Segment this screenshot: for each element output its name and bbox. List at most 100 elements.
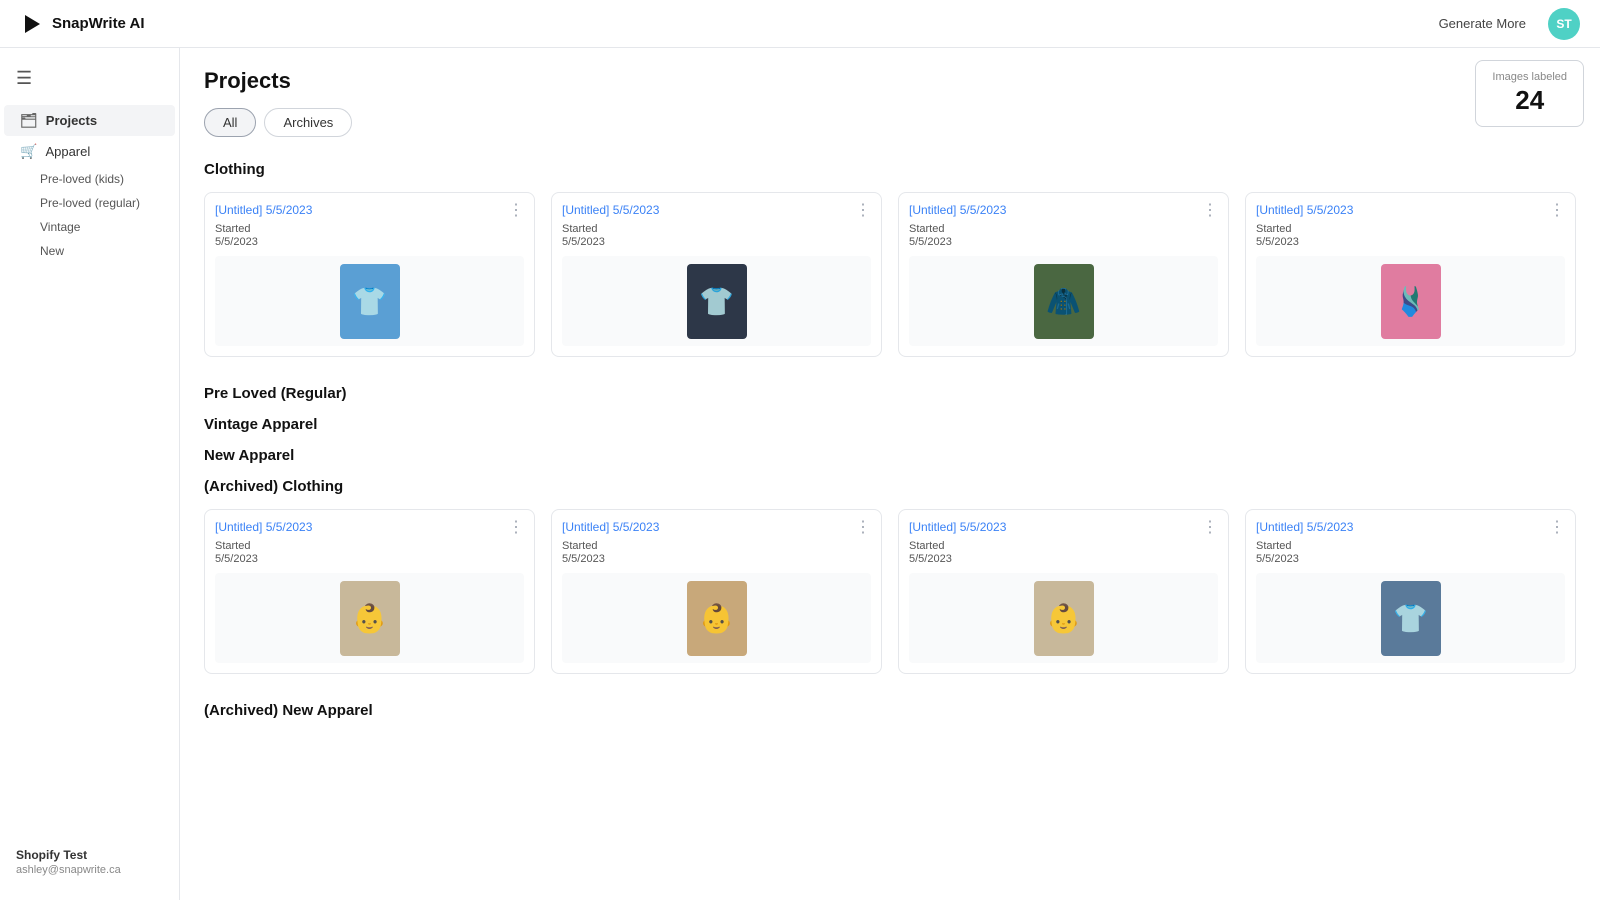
project-card-status: Started: [562, 223, 871, 235]
project-card-status: Started: [562, 540, 871, 552]
apparel-icon: 🛒: [20, 143, 37, 160]
project-card-date: 5/5/2023: [1256, 553, 1565, 565]
project-card[interactable]: [Untitled] 5/5/2023 ⋮ Started 5/5/2023 👶: [204, 509, 535, 674]
sidebar-sub-pre-loved-regular[interactable]: Pre-loved (regular): [4, 191, 175, 215]
tab-all[interactable]: All: [204, 108, 256, 137]
sidebar-sub-vintage[interactable]: Vintage: [4, 215, 175, 239]
project-card-status: Started: [1256, 540, 1565, 552]
sidebar-item-projects-label: Projects: [46, 113, 97, 128]
project-card-date: 5/5/2023: [909, 236, 1218, 248]
sidebar: ☰ 🗂 Projects 🛒 Apparel Pre-loved (kids) …: [0, 48, 180, 900]
section-new-apparel: New Apparel: [204, 447, 1576, 464]
project-card-header: [Untitled] 5/5/2023 ⋮: [1256, 203, 1565, 219]
project-card-header: [Untitled] 5/5/2023 ⋮: [909, 203, 1218, 219]
project-card[interactable]: [Untitled] 5/5/2023 ⋮ Started 5/5/2023 👕: [551, 192, 882, 357]
project-card[interactable]: [Untitled] 5/5/2023 ⋮ Started 5/5/2023 👕: [204, 192, 535, 357]
project-grid-archived-clothing: [Untitled] 5/5/2023 ⋮ Started 5/5/2023 👶…: [204, 509, 1576, 674]
tab-archives[interactable]: Archives: [264, 108, 352, 137]
project-card[interactable]: [Untitled] 5/5/2023 ⋮ Started 5/5/2023 👶: [551, 509, 882, 674]
sidebar-sub-pre-loved-kids[interactable]: Pre-loved (kids): [4, 167, 175, 191]
section-archived-new-apparel: (Archived) New Apparel: [204, 702, 1576, 719]
project-card-image: 👕: [1256, 573, 1565, 663]
project-card-date: 5/5/2023: [215, 236, 524, 248]
project-card-menu-icon[interactable]: ⋮: [1202, 520, 1218, 536]
section-title-archived-new-apparel: (Archived) New Apparel: [204, 702, 1576, 719]
project-card-status: Started: [1256, 223, 1565, 235]
sidebar-sub-new[interactable]: New: [4, 239, 175, 263]
project-card-title: [Untitled] 5/5/2023: [1256, 520, 1353, 534]
project-card-title: [Untitled] 5/5/2023: [1256, 203, 1353, 217]
main-content: Projects All Archives Images labeled 24 …: [180, 48, 1600, 900]
project-card-date: 5/5/2023: [562, 553, 871, 565]
projects-icon: 🗂: [20, 112, 38, 129]
project-card-menu-icon[interactable]: ⋮: [508, 203, 524, 219]
page-title: Projects: [204, 68, 1576, 94]
project-card-status: Started: [909, 540, 1218, 552]
app-logo[interactable]: SnapWrite AI: [20, 12, 145, 36]
images-labeled-count: 24: [1492, 85, 1567, 116]
section-clothing: Clothing [Untitled] 5/5/2023 ⋮ Started 5…: [204, 161, 1576, 357]
project-card-image: 👕: [215, 256, 524, 346]
project-card-date: 5/5/2023: [1256, 236, 1565, 248]
project-card[interactable]: [Untitled] 5/5/2023 ⋮ Started 5/5/2023 🩱: [1245, 192, 1576, 357]
project-card-header: [Untitled] 5/5/2023 ⋮: [562, 203, 871, 219]
section-vintage-apparel: Vintage Apparel: [204, 416, 1576, 433]
sidebar-nav: 🗂 Projects 🛒 Apparel Pre-loved (kids) Pr…: [0, 105, 179, 263]
project-card-header: [Untitled] 5/5/2023 ⋮: [1256, 520, 1565, 536]
project-card-title: [Untitled] 5/5/2023: [215, 520, 312, 534]
store-name: Shopify Test: [16, 848, 163, 862]
navbar: SnapWrite AI Generate More ST: [0, 0, 1600, 48]
project-card-header: [Untitled] 5/5/2023 ⋮: [215, 520, 524, 536]
project-card-image: 👶: [909, 573, 1218, 663]
sidebar-footer: Shopify Test ashley@snapwrite.ca: [0, 836, 179, 888]
logo-icon: [20, 12, 44, 36]
project-card-title: [Untitled] 5/5/2023: [562, 203, 659, 217]
generate-more-button[interactable]: Generate More: [1429, 10, 1536, 37]
project-card-image: 👕: [562, 256, 871, 346]
project-card-menu-icon[interactable]: ⋮: [1549, 520, 1565, 536]
project-card-image: 👶: [215, 573, 524, 663]
section-title-clothing: Clothing: [204, 161, 1576, 178]
project-card-menu-icon[interactable]: ⋮: [855, 520, 871, 536]
project-card-menu-icon[interactable]: ⋮: [1549, 203, 1565, 219]
project-card-menu-icon[interactable]: ⋮: [508, 520, 524, 536]
sidebar-item-projects[interactable]: 🗂 Projects: [4, 105, 175, 136]
app-name: SnapWrite AI: [52, 15, 145, 32]
project-card-status: Started: [215, 223, 524, 235]
project-card-title: [Untitled] 5/5/2023: [562, 520, 659, 534]
project-card-header: [Untitled] 5/5/2023 ⋮: [215, 203, 524, 219]
project-card-header: [Untitled] 5/5/2023 ⋮: [909, 520, 1218, 536]
project-card-menu-icon[interactable]: ⋮: [855, 203, 871, 219]
project-card-title: [Untitled] 5/5/2023: [215, 203, 312, 217]
section-title-pre-loved-regular: Pre Loved (Regular): [204, 385, 1576, 402]
project-card-title: [Untitled] 5/5/2023: [909, 203, 1006, 217]
project-grid-clothing: [Untitled] 5/5/2023 ⋮ Started 5/5/2023 👕…: [204, 192, 1576, 357]
project-card-image: 👶: [562, 573, 871, 663]
project-card-menu-icon[interactable]: ⋮: [1202, 203, 1218, 219]
project-card-date: 5/5/2023: [909, 553, 1218, 565]
filter-tabs: All Archives: [204, 108, 1576, 137]
images-labeled-card: Images labeled 24: [1475, 60, 1584, 127]
project-card-image: 🩱: [1256, 256, 1565, 346]
avatar[interactable]: ST: [1548, 8, 1580, 40]
sidebar-item-apparel[interactable]: 🛒 Apparel: [4, 136, 175, 167]
images-labeled-label: Images labeled: [1492, 71, 1567, 83]
app-body: ☰ 🗂 Projects 🛒 Apparel Pre-loved (kids) …: [0, 48, 1600, 900]
project-card[interactable]: [Untitled] 5/5/2023 ⋮ Started 5/5/2023 👶: [898, 509, 1229, 674]
section-title-vintage-apparel: Vintage Apparel: [204, 416, 1576, 433]
store-email: ashley@snapwrite.ca: [16, 864, 163, 876]
project-card[interactable]: [Untitled] 5/5/2023 ⋮ Started 5/5/2023 👕: [1245, 509, 1576, 674]
project-card[interactable]: [Untitled] 5/5/2023 ⋮ Started 5/5/2023 🧥: [898, 192, 1229, 357]
project-card-image: 🧥: [909, 256, 1218, 346]
section-title-archived-clothing: (Archived) Clothing: [204, 478, 1576, 495]
sections-container: Clothing [Untitled] 5/5/2023 ⋮ Started 5…: [204, 161, 1576, 719]
project-card-date: 5/5/2023: [562, 236, 871, 248]
project-card-date: 5/5/2023: [215, 553, 524, 565]
project-card-status: Started: [909, 223, 1218, 235]
project-card-status: Started: [215, 540, 524, 552]
menu-icon[interactable]: ☰: [0, 60, 179, 97]
project-card-title: [Untitled] 5/5/2023: [909, 520, 1006, 534]
project-card-header: [Untitled] 5/5/2023 ⋮: [562, 520, 871, 536]
section-pre-loved-regular: Pre Loved (Regular): [204, 385, 1576, 402]
section-title-new-apparel: New Apparel: [204, 447, 1576, 464]
